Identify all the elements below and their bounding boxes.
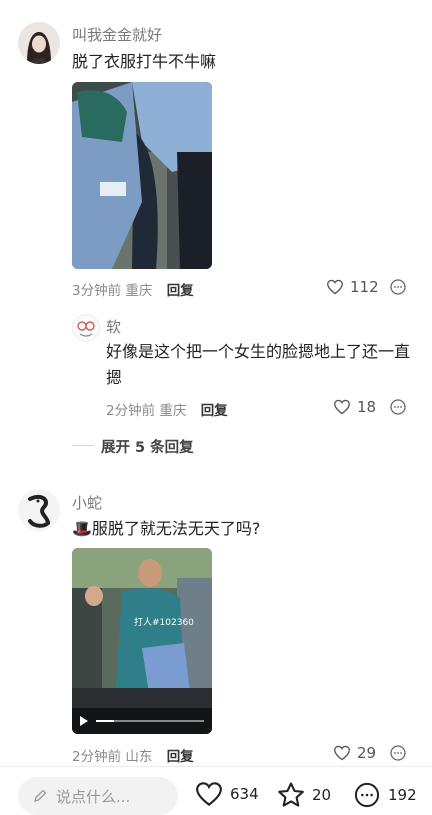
reply-avatar[interactable] <box>72 314 100 342</box>
bottom-bar: 说点什么... 634 20 192 <box>0 766 432 815</box>
bottom-star-count: 20 <box>312 786 332 804</box>
pencil-icon <box>34 789 47 802</box>
avatar-image <box>18 489 60 531</box>
reply-text-line2: 摁 <box>106 368 123 387</box>
comment-bubble-icon <box>354 782 380 808</box>
video-controls <box>72 708 212 734</box>
video-progress <box>80 716 204 726</box>
comment-text: 服脱了就无法无天了吗? <box>91 519 261 538</box>
comment-username[interactable]: 叫我金金就好 <box>72 24 162 45</box>
comment-text: 脱了衣服打牛不牛嘛 <box>72 52 217 71</box>
reply-like-count: 18 <box>357 398 377 416</box>
avatar-image <box>18 22 60 64</box>
reply-text-line1: 好像是这个把一个女生的脸摁地上了还一直 <box>106 342 411 361</box>
comment-username[interactable]: 小蛇 <box>72 492 102 513</box>
comment-meta: 3分钟前 重庆 回复 <box>72 279 194 299</box>
more-icon <box>390 399 406 415</box>
reply-location: 重庆 <box>159 403 187 419</box>
reply-time: 2分钟前 <box>106 403 156 419</box>
more-options-button[interactable] <box>390 279 406 299</box>
comment-image[interactable] <box>72 82 212 269</box>
comment-input-placeholder: 说点什么... <box>56 787 131 806</box>
reply-avatar-image <box>73 315 99 341</box>
comment-time: 2分钟前 <box>72 749 122 765</box>
heart-icon <box>334 399 350 415</box>
comment-video[interactable]: 打人#102360 <box>72 548 212 734</box>
comment-meta: 2分钟前 山东 回复 <box>72 745 194 765</box>
like-count: 112 <box>350 278 379 296</box>
more-options-button[interactable] <box>390 745 406 765</box>
heart-icon <box>196 782 222 806</box>
heart-icon <box>334 745 350 761</box>
comment-time: 3分钟前 <box>72 283 122 299</box>
more-icon <box>390 279 406 295</box>
reply-like-button[interactable]: 18 <box>333 398 376 416</box>
play-icon <box>80 716 88 726</box>
reply-button[interactable]: 回复 <box>167 749 194 765</box>
more-icon <box>390 745 406 761</box>
comment-location: 重庆 <box>125 283 153 299</box>
star-icon <box>278 782 304 807</box>
bottom-star-button[interactable]: 20 <box>276 781 331 809</box>
bottom-like-count: 634 <box>230 785 259 803</box>
comment-input[interactable]: 说点什么... <box>18 777 178 815</box>
like-button[interactable]: 112 <box>326 278 379 296</box>
photo-police-uniform <box>72 82 212 269</box>
bottom-like-button[interactable]: 634 <box>194 781 259 807</box>
bottom-comment-count: 192 <box>388 786 417 804</box>
video-thumbnail <box>72 548 212 734</box>
like-count: 29 <box>357 744 377 762</box>
heart-icon <box>327 279 343 295</box>
avatar[interactable] <box>18 22 60 64</box>
top-hat-emoji: 🎩 <box>72 519 92 538</box>
reply-username[interactable]: 软 <box>106 316 121 337</box>
reply-reply-button[interactable]: 回复 <box>201 403 228 419</box>
comment-location: 山东 <box>125 749 153 765</box>
reply-more-options-button[interactable] <box>390 399 406 419</box>
video-caption: 打人#102360 <box>134 618 194 628</box>
reply-meta: 2分钟前 重庆 回复 <box>106 399 228 419</box>
expand-divider <box>72 445 94 446</box>
avatar[interactable] <box>18 489 60 531</box>
like-button[interactable]: 29 <box>333 744 376 762</box>
reply-button[interactable]: 回复 <box>167 283 194 299</box>
comment-text-row: 🎩服脱了就无法无天了吗? <box>72 516 260 542</box>
bottom-comment-button[interactable]: 192 <box>352 781 417 809</box>
expand-replies-button[interactable]: 展开 5 条回复 <box>101 436 194 457</box>
